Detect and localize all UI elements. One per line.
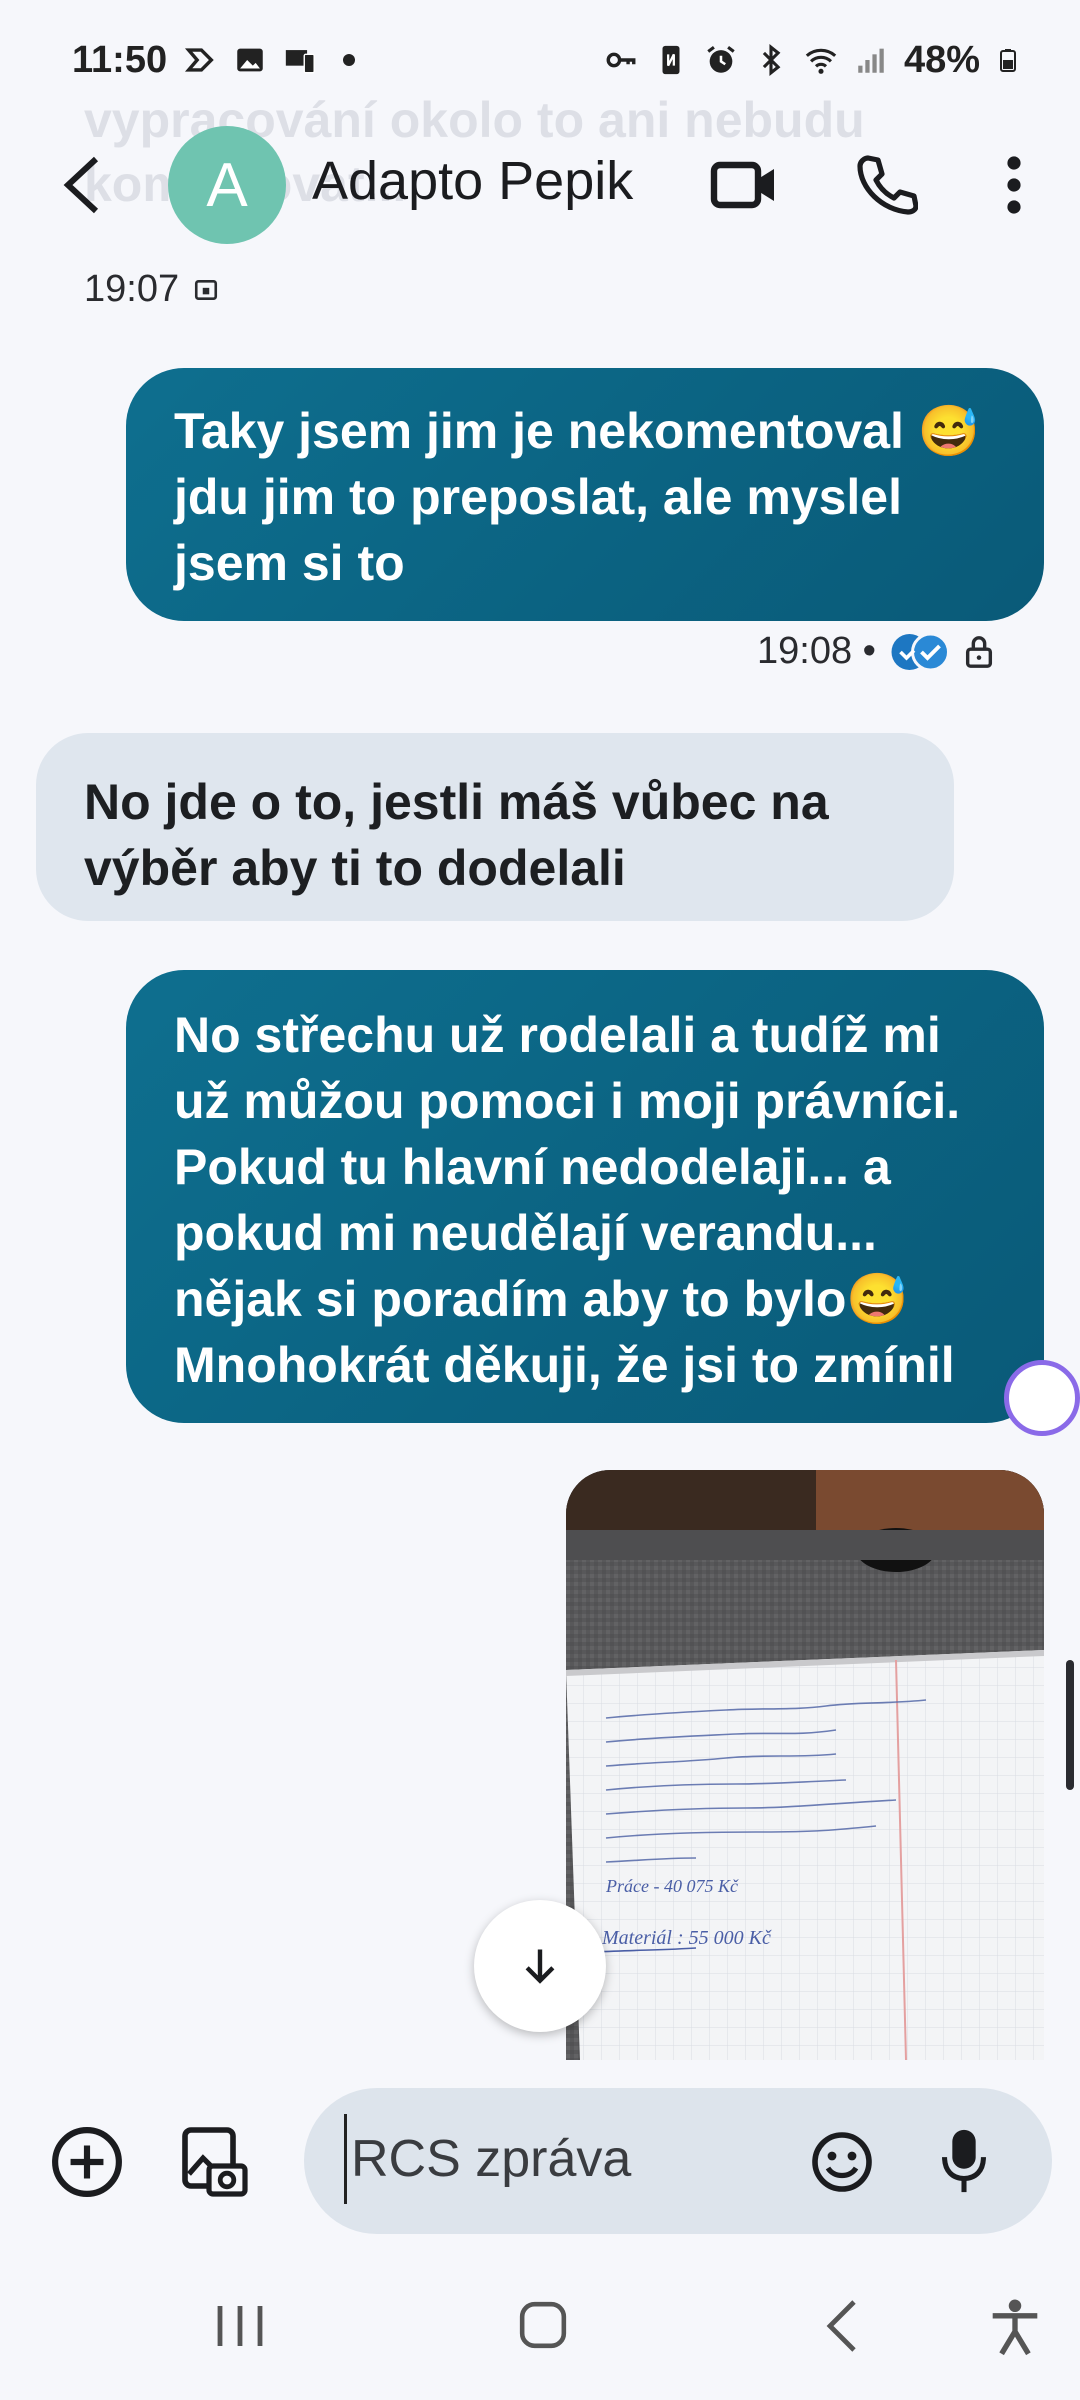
status-left: 11:50: [72, 38, 356, 82]
emoji-icon[interactable]: [810, 2130, 874, 2194]
notification-dot-icon: [343, 54, 356, 66]
read-receipt-icon: [891, 632, 950, 671]
microphone-icon[interactable]: [940, 2126, 988, 2196]
recent-apps-icon[interactable]: [214, 2302, 266, 2350]
home-icon[interactable]: [518, 2300, 568, 2350]
devices-icon: [285, 50, 315, 74]
status-right: 48%: [604, 39, 1020, 82]
incoming-message-bubble[interactable]: No jde o to, jestli máš vůbec na výběr a…: [36, 733, 954, 921]
lock-icon: [965, 635, 993, 668]
gallery-camera-icon[interactable]: [176, 2122, 250, 2202]
alarm-icon: [707, 46, 735, 73]
video-call-icon[interactable]: [710, 155, 778, 215]
bixby-icon: [185, 48, 214, 72]
note-total: Práce - 40 075 Kč: [605, 1876, 739, 1896]
system-navigation-bar: [0, 2240, 1080, 2400]
battery-icon: [1000, 49, 1016, 72]
wifi-icon: [805, 48, 837, 74]
key-icon: [606, 52, 636, 68]
add-attachment-icon[interactable]: [50, 2125, 124, 2199]
message-input-container[interactable]: [304, 2088, 1052, 2234]
conversation-header: A Adapto Pepik: [0, 120, 1080, 250]
compose-bar: [0, 2080, 1080, 2240]
message-timestamp: 19:07: [84, 268, 219, 311]
contact-name[interactable]: Adapto Pepik: [312, 150, 633, 212]
arrow-down-icon: [525, 1949, 555, 1984]
gallery-notification-icon: [237, 48, 263, 72]
message-timestamp: 19:08 •: [757, 630, 994, 673]
scrollbar[interactable]: [1066, 1660, 1074, 1790]
bluetooth-icon: [762, 44, 781, 76]
scroll-to-bottom-button[interactable]: [474, 1900, 606, 2032]
avatar[interactable]: A: [168, 126, 286, 244]
phone-icon[interactable]: [854, 152, 918, 216]
accessibility-icon[interactable]: [988, 2298, 1042, 2356]
image-attachment[interactable]: Práce - 40 075 Kč Materiál : 55 000 Kč: [566, 1470, 1044, 2060]
outgoing-message-bubble[interactable]: No střechu už rodelali a tudíž mi už můž…: [126, 970, 1044, 1423]
timestamp-text: 19:07: [84, 268, 180, 310]
back-arrow-icon[interactable]: [58, 153, 106, 217]
timestamp-text: 19:08 •: [757, 630, 876, 672]
signal-icon: [858, 48, 884, 73]
battery-percent: 48%: [903, 38, 980, 81]
avatar-letter: A: [206, 150, 248, 220]
note-material: Materiál : 55 000 Kč: [601, 1927, 772, 1949]
sim-icon: [195, 279, 218, 300]
edge-panel-handle[interactable]: [1004, 1360, 1080, 1436]
notebook-photo: Práce - 40 075 Kč Materiál : 55 000 Kč: [566, 1470, 1044, 2060]
message-input[interactable]: [344, 2114, 784, 2204]
nfc-icon: [662, 45, 680, 75]
more-options-icon[interactable]: [996, 152, 1032, 218]
nav-back-icon[interactable]: [826, 2298, 858, 2354]
status-time: 11:50: [72, 38, 168, 81]
outgoing-message-bubble[interactable]: Taky jsem jim je nekomentoval 😅 jdu jim …: [126, 368, 1044, 621]
